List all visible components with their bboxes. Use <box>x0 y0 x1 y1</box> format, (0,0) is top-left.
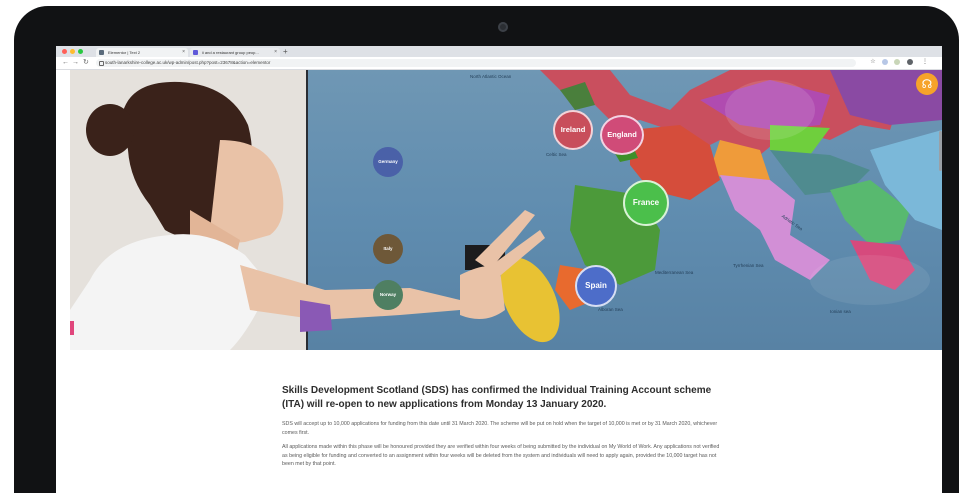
reload-icon[interactable]: ↻ <box>83 58 89 68</box>
webcam <box>498 22 508 32</box>
menu-icon[interactable]: ⋮ <box>922 59 928 65</box>
url-text: south-lanarkshire-college.ac.uk/wp-admin… <box>105 60 271 65</box>
site-favicon-icon <box>193 50 198 55</box>
browser-window: Elementor | Text 2 × ii and a restaurant… <box>56 46 942 499</box>
article-paragraph: All applications made within this phase … <box>282 444 720 467</box>
lock-icon <box>99 61 104 66</box>
map-label-mediterranean-sea: Mediterranean Sea <box>655 270 694 275</box>
elementor-favicon-icon <box>99 50 104 55</box>
close-window-button[interactable] <box>62 49 67 54</box>
profile-icon[interactable] <box>907 59 913 65</box>
tab-bar: Elementor | Text 2 × ii and a restaurant… <box>56 46 942 57</box>
article-paragraph: SDS will accept up to 10,000 application… <box>282 421 718 436</box>
italy-bubble[interactable]: Italy <box>373 234 403 264</box>
tab-label: ii and a restaurant group peop... <box>202 50 259 55</box>
browser-toolbar: ← → ↻ south-lanarkshire-college.ac.uk/wp… <box>56 57 942 70</box>
close-tab-icon[interactable]: × <box>182 48 185 57</box>
extension-icon[interactable] <box>882 59 888 65</box>
maximize-window-button[interactable] <box>78 49 83 54</box>
window-controls <box>62 49 83 54</box>
tab-restaurant[interactable]: ii and a restaurant group peop... × <box>190 48 280 57</box>
tab-elementor[interactable]: Elementor | Text 2 × <box>96 48 188 57</box>
minimize-window-button[interactable] <box>70 49 75 54</box>
star-icon[interactable]: ☆ <box>870 59 876 65</box>
tab-label: Elementor | Text 2 <box>108 50 141 55</box>
ireland-bubble[interactable]: Ireland <box>553 110 593 150</box>
map-label-north-atlantic: North Atlantic Ocean <box>470 74 512 79</box>
address-bar[interactable]: south-lanarkshire-college.ac.uk/wp-admin… <box>96 59 856 67</box>
france-bubble[interactable]: France <box>623 180 669 226</box>
map-label-celtic-sea: Celtic Sea <box>546 152 567 157</box>
back-arrow-icon[interactable]: ← <box>62 58 69 68</box>
forward-arrow-icon[interactable]: → <box>72 58 79 68</box>
hero-image: Ireland England France Spain Germany Ita… <box>70 70 942 350</box>
map-label-tyrrhenian-sea: Tyrrhenian Sea <box>733 263 764 268</box>
article-heading: Skills Development Scotland (SDS) has co… <box>282 385 712 410</box>
elementor-panel-toggle[interactable] <box>70 321 74 335</box>
page-scrollbar[interactable] <box>939 131 942 171</box>
england-bubble[interactable]: England <box>600 115 644 155</box>
new-tab-button[interactable]: + <box>283 47 288 57</box>
spain-bubble[interactable]: Spain <box>575 265 617 307</box>
headset-icon[interactable]: ☊ <box>916 73 938 95</box>
map-label-alboran-sea: Alboran Sea <box>598 307 623 312</box>
monitor-bezel: Elementor | Text 2 × ii and a restaurant… <box>14 6 959 499</box>
close-tab-icon[interactable]: × <box>274 48 277 57</box>
map-label-ionian-sea: Ionian sea <box>830 309 851 314</box>
europe-map-illustration <box>70 70 942 350</box>
article-content: Skills Development Scotland (SDS) has co… <box>282 384 722 475</box>
extension-icon[interactable] <box>894 59 900 65</box>
norway-bubble[interactable]: Norway <box>373 280 403 310</box>
germany-bubble[interactable]: Germany <box>373 147 403 177</box>
